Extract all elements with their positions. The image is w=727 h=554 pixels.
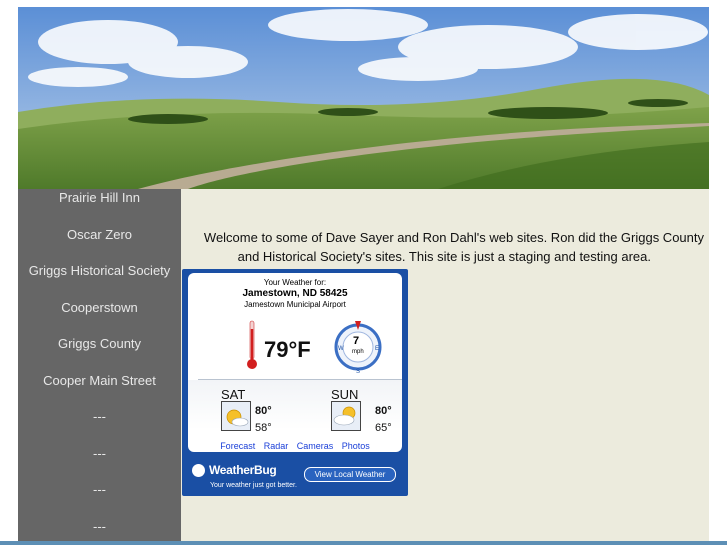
wind-unit: mph bbox=[352, 349, 364, 355]
nav-link-placeholder[interactable]: --- bbox=[18, 445, 181, 482]
radar-link[interactable]: Radar bbox=[264, 441, 289, 451]
current-conditions: 79°F W E S 7 mph bbox=[188, 319, 402, 377]
weather-header: Your Weather for: Jamestown, ND 58425 Ja… bbox=[188, 278, 402, 310]
weatherbug-tagline: Your weather just got better. bbox=[210, 482, 297, 489]
partly-cloudy-icon bbox=[331, 401, 361, 431]
nav-link-placeholder[interactable]: --- bbox=[18, 481, 181, 518]
weather-footer: WeatherBug Your weather just got better.… bbox=[182, 459, 408, 496]
nav-link-oscar-zero[interactable]: Oscar Zero bbox=[18, 226, 181, 263]
forecast-high-sun: 80° bbox=[375, 405, 392, 417]
weather-city: Jamestown, ND 58425 bbox=[188, 288, 402, 300]
forecast-low-sun: 65° bbox=[375, 422, 392, 434]
nav-link-griggs-historical-society[interactable]: Griggs Historical Society bbox=[18, 262, 181, 299]
page: Prairie Hill Inn Oscar Zero Griggs Histo… bbox=[18, 7, 709, 545]
weather-widget[interactable]: Your Weather for: Jamestown, ND 58425 Ja… bbox=[182, 269, 408, 496]
cameras-link[interactable]: Cameras bbox=[297, 441, 334, 451]
forecast-day-sun: SUN bbox=[331, 387, 358, 402]
weather-links: Forecast Radar Cameras Photos bbox=[188, 441, 402, 451]
svg-text:S: S bbox=[356, 369, 360, 375]
nav-link-prairie-hill-inn[interactable]: Prairie Hill Inn bbox=[18, 189, 181, 226]
nav-link-cooperstown[interactable]: Cooperstown bbox=[18, 299, 181, 336]
view-local-weather-button[interactable]: View Local Weather bbox=[304, 467, 396, 482]
forecast-low-sat: 58° bbox=[255, 422, 272, 434]
nav-link-griggs-county[interactable]: Griggs County bbox=[18, 335, 181, 372]
welcome-text: Welcome to some of Dave Sayer and Ron Da… bbox=[181, 228, 709, 266]
header-banner-image bbox=[18, 7, 709, 189]
weatherbug-logo-icon bbox=[192, 464, 205, 477]
forecast-link[interactable]: Forecast bbox=[220, 441, 255, 451]
nav-link-placeholder[interactable]: --- bbox=[18, 518, 181, 554]
svg-text:W: W bbox=[338, 346, 344, 352]
nav-link-cooper-main-street[interactable]: Cooper Main Street bbox=[18, 372, 181, 409]
weather-card: Your Weather for: Jamestown, ND 58425 Ja… bbox=[188, 273, 402, 452]
thermometer-icon bbox=[246, 319, 258, 371]
forecast-high-sat: 80° bbox=[255, 405, 272, 417]
weather-station: Jamestown Municipal Airport bbox=[188, 300, 402, 310]
photos-link[interactable]: Photos bbox=[342, 441, 370, 451]
nav-link-placeholder[interactable]: --- bbox=[18, 408, 181, 445]
welcome-line-2: and Historical Society's sites. This sit… bbox=[181, 247, 709, 266]
weather-header-label: Your Weather for: bbox=[188, 278, 402, 288]
main-content: Welcome to some of Dave Sayer and Ron Da… bbox=[181, 189, 709, 545]
wind-speed: 7 bbox=[353, 335, 359, 347]
bottom-border bbox=[0, 541, 727, 545]
wind-compass-icon: W E S bbox=[330, 319, 386, 375]
partly-sunny-icon bbox=[221, 401, 251, 431]
weatherbug-brand: WeatherBug bbox=[209, 463, 276, 477]
forecast-day-sat: SAT bbox=[221, 387, 245, 402]
svg-text:E: E bbox=[375, 346, 379, 352]
current-temperature: 79°F bbox=[264, 337, 311, 363]
sidebar-nav: Prairie Hill Inn Oscar Zero Griggs Histo… bbox=[18, 189, 181, 545]
welcome-line-1: Welcome to some of Dave Sayer and Ron Da… bbox=[181, 228, 709, 247]
